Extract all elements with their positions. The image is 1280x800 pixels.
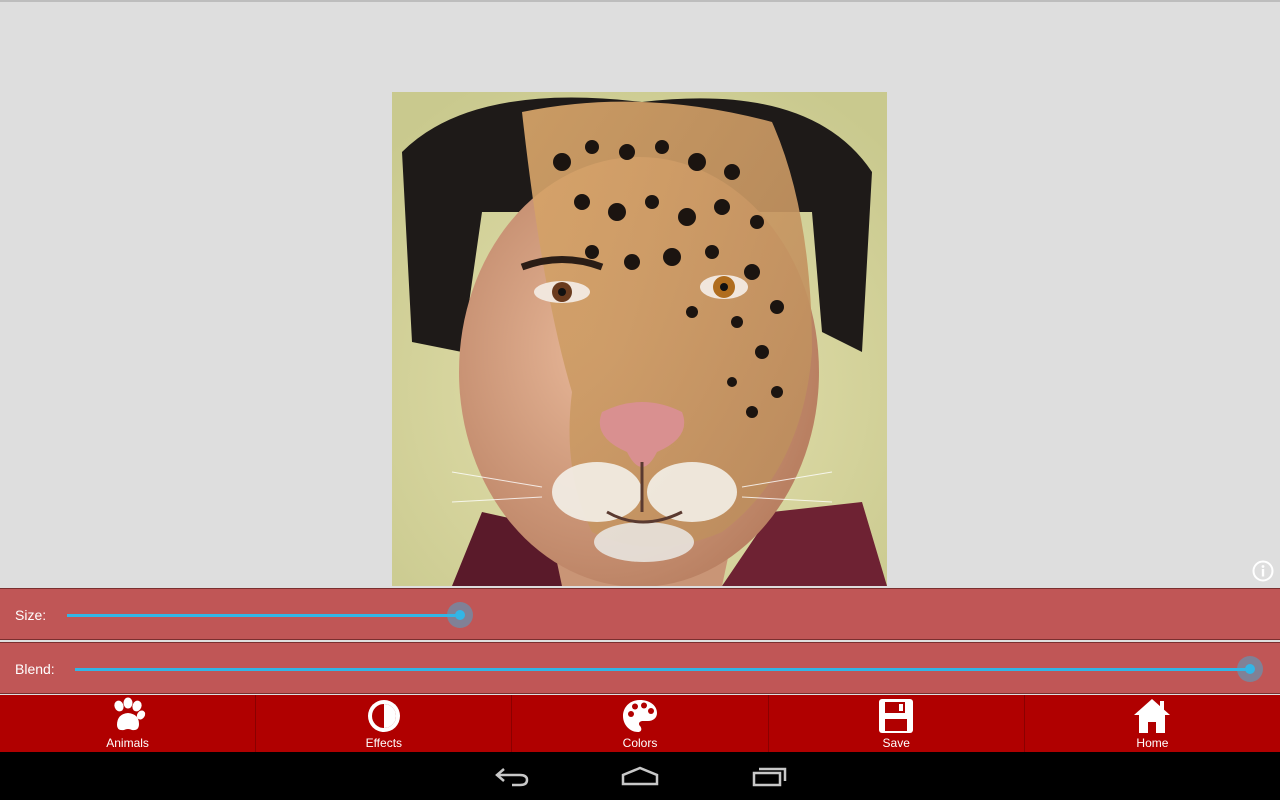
bottom-toolbar: Animals Effects Colors Save Home	[0, 695, 1280, 752]
paw-icon	[109, 697, 147, 735]
home-button[interactable]: Home	[1023, 695, 1280, 752]
save-button[interactable]: Save	[767, 695, 1024, 752]
back-icon[interactable]	[492, 762, 532, 790]
effects-label: Effects	[365, 736, 403, 750]
floppy-disk-icon	[877, 697, 915, 735]
colors-button[interactable]: Colors	[511, 695, 767, 752]
blend-slider-thumb[interactable]	[1237, 656, 1263, 682]
home-label: Home	[1136, 736, 1169, 750]
info-icon[interactable]	[1252, 560, 1274, 582]
blend-slider-track[interactable]	[75, 668, 1250, 671]
size-label: Size:	[15, 607, 47, 623]
size-slider-thumb[interactable]	[447, 602, 473, 628]
save-label: Save	[882, 736, 910, 750]
contrast-icon	[365, 697, 403, 735]
colors-label: Colors	[622, 736, 658, 750]
animals-label: Animals	[106, 736, 149, 750]
recent-apps-icon[interactable]	[750, 762, 790, 790]
blend-slider-row: Blend:	[0, 642, 1280, 694]
face-photo[interactable]	[392, 92, 887, 586]
size-slider-track[interactable]	[67, 614, 460, 617]
size-slider-row: Size:	[0, 588, 1280, 640]
animals-button[interactable]: Animals	[0, 695, 255, 752]
home-nav-icon[interactable]	[620, 762, 660, 790]
blend-label: Blend:	[15, 661, 55, 677]
system-nav-bar	[0, 752, 1280, 800]
effects-button[interactable]: Effects	[255, 695, 511, 752]
home-icon	[1133, 697, 1171, 735]
palette-icon	[621, 697, 659, 735]
